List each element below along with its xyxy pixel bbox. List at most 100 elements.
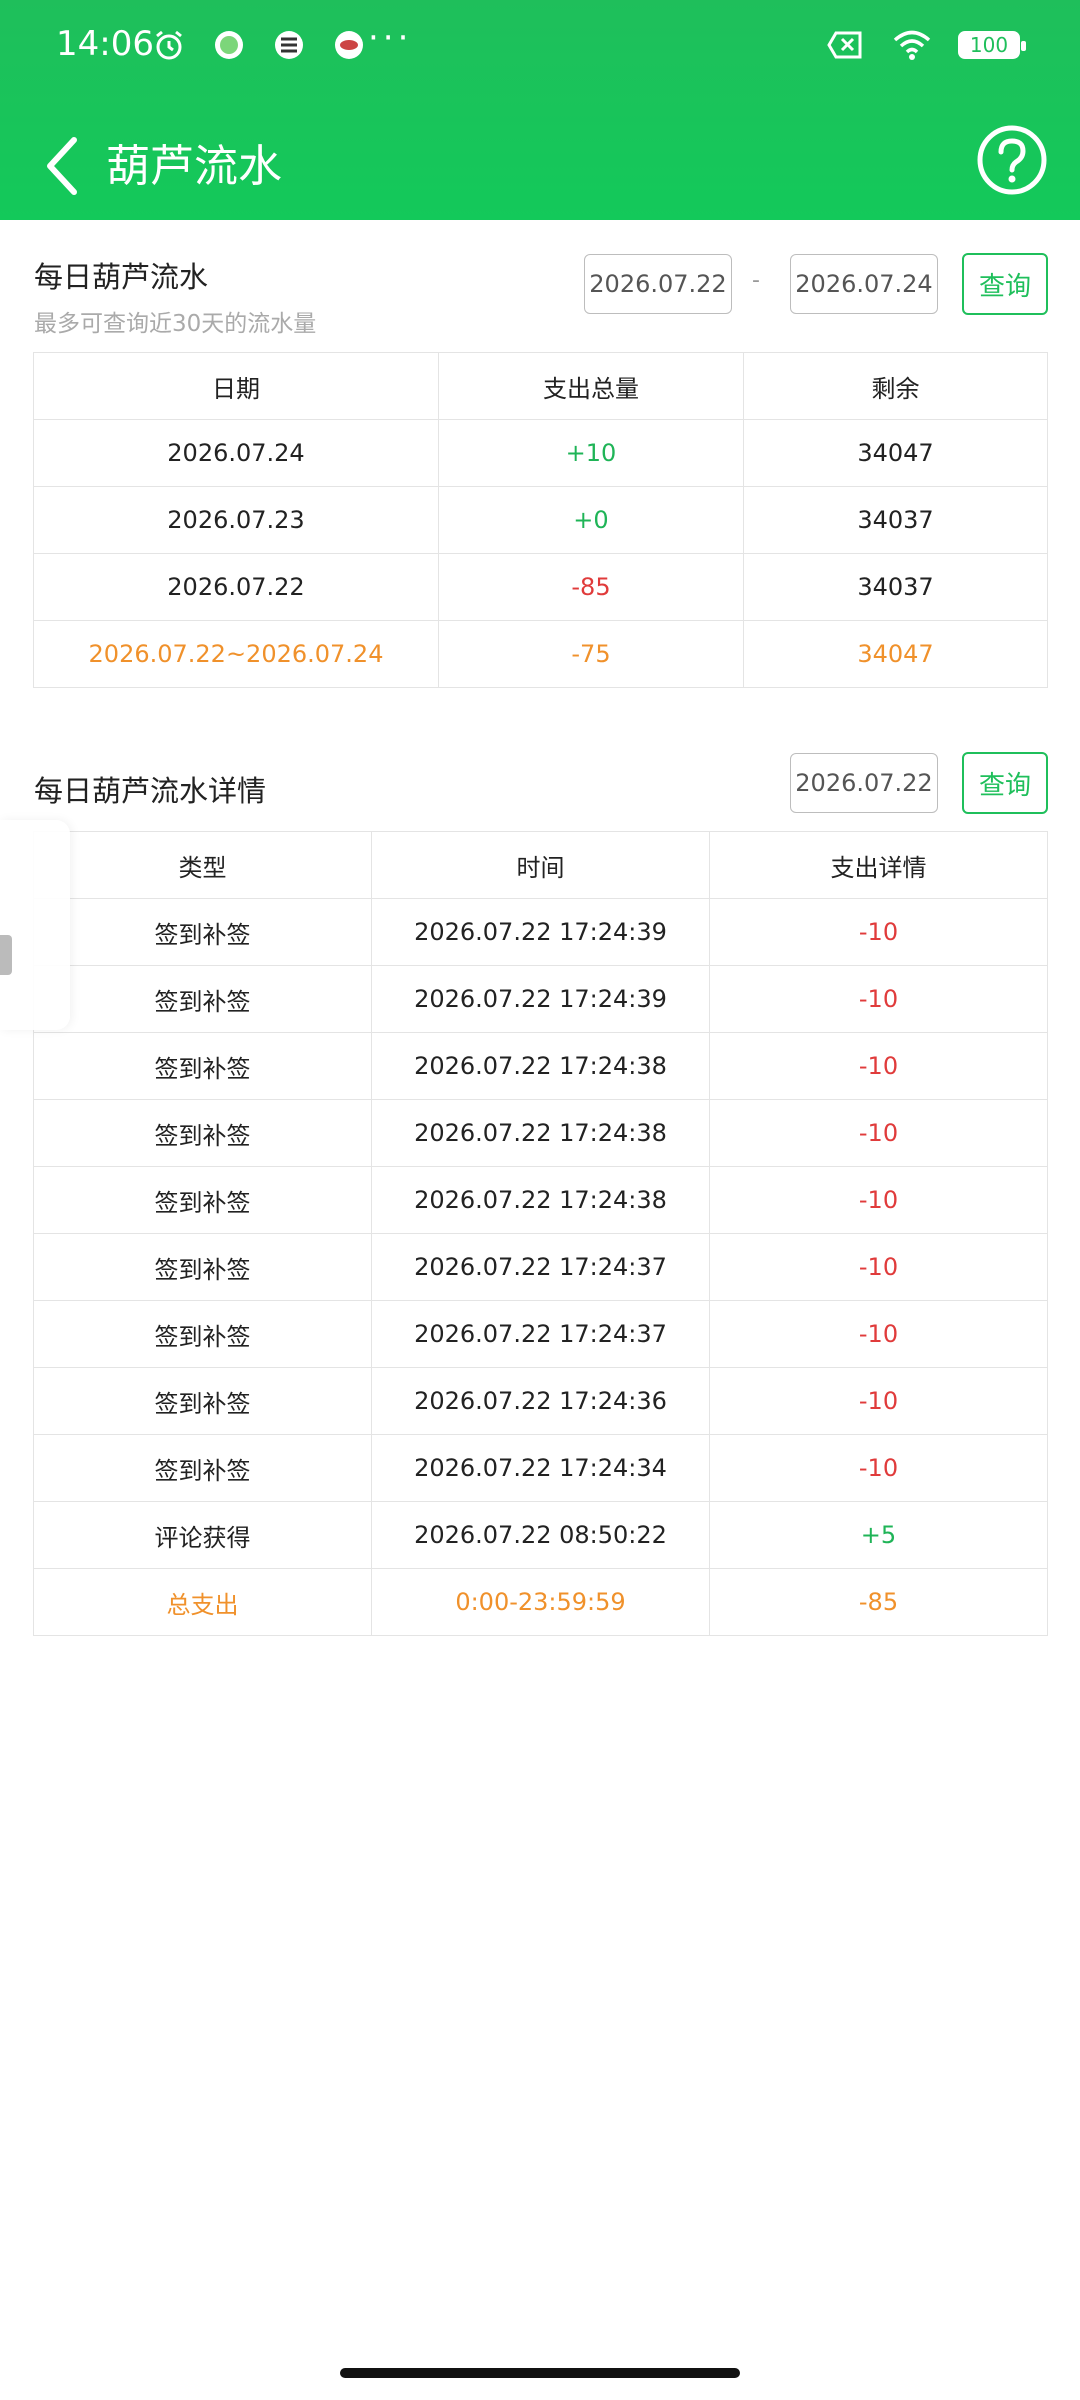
app-bar: 葫芦流水 <box>0 110 1080 220</box>
help-button[interactable] <box>974 122 1050 198</box>
query-range-hint: 最多可查询近30天的流水量 <box>34 311 317 337</box>
amount-cell: -10 <box>709 1166 1048 1234</box>
table-row: 签到补签 2026.07.22 17:24:39 -10 <box>33 965 1048 1033</box>
time-cell: 2026.07.22 08:50:22 <box>371 1501 710 1569</box>
detail-flow-title: 每日葫芦流水详情 <box>34 774 267 808</box>
more-notifications: ··· <box>368 18 413 58</box>
header: 14:06 ··· 100 葫芦流水 <box>0 0 1080 220</box>
detail-flow-table: 类型 时间 支出详情 签到补签 2026.07.22 17:24:39 -10 … <box>33 831 1048 1636</box>
status-icons-left <box>152 28 366 62</box>
status-bar: 14:06 ··· 100 <box>0 0 1080 96</box>
column-header-total-expense: 支出总量 <box>438 352 744 420</box>
time-cell: 2026.07.22 17:24:37 <box>371 1233 710 1301</box>
status-time: 14:06 <box>56 24 154 64</box>
app-notification-icon <box>275 31 303 59</box>
total-type-cell: 总支出 <box>33 1568 372 1636</box>
start-date-input[interactable]: 2026.07.22 <box>584 254 732 314</box>
amount-cell: +5 <box>709 1501 1048 1569</box>
app-notification-icon <box>215 31 243 59</box>
amount-cell: -10 <box>709 1434 1048 1502</box>
type-cell: 签到补签 <box>33 1367 372 1435</box>
status-icons-right: 100 <box>826 28 1026 62</box>
alarm-icon <box>156 30 182 60</box>
type-cell: 签到补签 <box>33 1032 372 1100</box>
sim-off-icon <box>827 31 862 59</box>
amount-cell: -10 <box>709 1032 1048 1100</box>
floating-side-tab[interactable] <box>0 820 70 1030</box>
amount-cell: +10 <box>438 419 744 487</box>
column-header-date: 日期 <box>33 352 439 420</box>
amount-cell: +0 <box>438 486 744 554</box>
time-cell: 2026.07.22 17:24:38 <box>371 1166 710 1234</box>
table-row: 签到补签 2026.07.22 17:24:37 -10 <box>33 1233 1048 1301</box>
table-total-row: 2026.07.22~2026.07.24 -75 34047 <box>33 620 1048 688</box>
table-row: 签到补签 2026.07.22 17:24:36 -10 <box>33 1367 1048 1435</box>
type-cell: 签到补签 <box>33 1166 372 1234</box>
type-cell: 签到补签 <box>33 1233 372 1301</box>
end-date-input[interactable]: 2026.07.24 <box>790 254 938 314</box>
amount-cell: -10 <box>709 965 1048 1033</box>
column-header-type: 类型 <box>33 831 372 899</box>
time-cell: 2026.07.22 17:24:39 <box>371 965 710 1033</box>
time-cell: 2026.07.22 17:24:36 <box>371 1367 710 1435</box>
table-total-row: 总支出 0:00-23:59:59 -85 <box>33 1568 1048 1636</box>
table-row: 签到补签 2026.07.22 17:24:38 -10 <box>33 1166 1048 1234</box>
amount-cell: -10 <box>709 1233 1048 1301</box>
battery-icon: 100 <box>958 31 1026 59</box>
wifi-icon <box>893 30 931 60</box>
type-cell: 评论获得 <box>33 1501 372 1569</box>
amount-cell: -10 <box>709 1099 1048 1167</box>
detail-date-input[interactable]: 2026.07.22 <box>790 753 938 813</box>
total-time-range-cell: 0:00-23:59:59 <box>371 1568 710 1636</box>
home-indicator[interactable] <box>340 2368 740 2378</box>
table-row: 签到补签 2026.07.22 17:24:38 -10 <box>33 1099 1048 1167</box>
date-cell: 2026.07.23 <box>33 486 439 554</box>
date-cell: 2026.07.24 <box>33 419 439 487</box>
table-header-row: 类型 时间 支出详情 <box>33 831 1048 899</box>
time-cell: 2026.07.22 17:24:37 <box>371 1300 710 1368</box>
back-button[interactable] <box>36 126 96 206</box>
total-date-range-cell: 2026.07.22~2026.07.24 <box>33 620 439 688</box>
amount-cell: -10 <box>709 898 1048 966</box>
time-cell: 2026.07.22 17:24:39 <box>371 898 710 966</box>
amount-cell: -10 <box>709 1300 1048 1368</box>
remaining-cell: 34037 <box>743 553 1048 621</box>
battery-level: 100 <box>969 33 1009 57</box>
date-range-separator: - <box>752 268 760 293</box>
page-title: 葫芦流水 <box>106 141 282 192</box>
table-row: 2026.07.22 -85 34037 <box>33 553 1048 621</box>
type-cell: 签到补签 <box>33 1099 372 1167</box>
type-cell: 签到补签 <box>33 965 372 1033</box>
daily-flow-title: 每日葫芦流水 <box>34 260 209 294</box>
daily-query-button[interactable]: 查询 <box>962 253 1048 315</box>
table-row: 签到补签 2026.07.22 17:24:37 -10 <box>33 1300 1048 1368</box>
amount-cell: -85 <box>438 553 744 621</box>
detail-query-button[interactable]: 查询 <box>962 752 1048 814</box>
total-amount-cell: -75 <box>438 620 744 688</box>
type-cell: 签到补签 <box>33 898 372 966</box>
amount-cell: -10 <box>709 1367 1048 1435</box>
column-header-expense-detail: 支出详情 <box>709 831 1048 899</box>
time-cell: 2026.07.22 17:24:34 <box>371 1434 710 1502</box>
table-row: 2026.07.24 +10 34047 <box>33 419 1048 487</box>
table-row: 2026.07.23 +0 34037 <box>33 486 1048 554</box>
time-cell: 2026.07.22 17:24:38 <box>371 1099 710 1167</box>
side-tab-handle[interactable] <box>0 935 12 975</box>
total-amount-cell: -85 <box>709 1568 1048 1636</box>
type-cell: 签到补签 <box>33 1434 372 1502</box>
daily-flow-table: 日期 支出总量 剩余 2026.07.24 +10 34047 2026.07.… <box>33 352 1048 688</box>
date-cell: 2026.07.22 <box>33 553 439 621</box>
table-row: 签到补签 2026.07.22 17:24:38 -10 <box>33 1032 1048 1100</box>
remaining-cell: 34037 <box>743 486 1048 554</box>
column-header-remaining: 剩余 <box>743 352 1048 420</box>
type-cell: 签到补签 <box>33 1300 372 1368</box>
table-header-row: 日期 支出总量 剩余 <box>33 352 1048 420</box>
table-row: 签到补签 2026.07.22 17:24:39 -10 <box>33 898 1048 966</box>
app-notification-icon <box>335 31 363 59</box>
column-header-time: 时间 <box>371 831 710 899</box>
time-cell: 2026.07.22 17:24:38 <box>371 1032 710 1100</box>
table-row: 评论获得 2026.07.22 08:50:22 +5 <box>33 1501 1048 1569</box>
remaining-cell: 34047 <box>743 419 1048 487</box>
table-row: 签到补签 2026.07.22 17:24:34 -10 <box>33 1434 1048 1502</box>
total-remaining-cell: 34047 <box>743 620 1048 688</box>
